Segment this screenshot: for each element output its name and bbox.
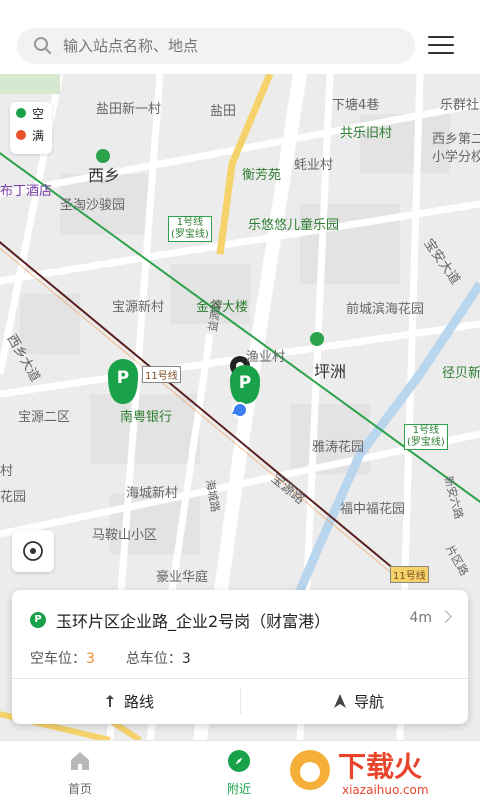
map-label: 西乡第二 (432, 132, 480, 147)
map-label: 布丁酒店 (0, 184, 53, 199)
compass-icon (228, 750, 250, 772)
tab-home[interactable]: 首页 (50, 749, 110, 797)
empty-spots-label: 空车位： (30, 651, 86, 667)
legend-label-full: 满 (32, 128, 45, 143)
map-label: 小学分校 (432, 150, 480, 165)
tab-label: 附近 (226, 782, 251, 796)
map-label: 乐群社 (440, 98, 480, 113)
tab-nearby[interactable]: 附近 (209, 749, 269, 797)
station-distance: 4m (409, 610, 432, 626)
map-label: 下塘4巷 (332, 98, 380, 113)
map-label: 盐田新一村 (96, 102, 162, 117)
navigate-button[interactable]: 导航 (332, 688, 384, 714)
total-spots-label: 总车位： (125, 651, 182, 667)
locate-button[interactable] (12, 530, 54, 572)
station-stats: 空车位：3 总车位：3 (30, 648, 191, 668)
total-spots-value: 3 (181, 651, 191, 667)
metro-line-badge: 11号线 (390, 566, 429, 583)
metro-line-badge: 1号线 (罗宝线) (404, 424, 448, 450)
divider (12, 678, 468, 679)
route-label: 路线 (124, 692, 155, 711)
navigate-label: 导航 (354, 692, 385, 711)
map-label: 南粤银行 (120, 410, 173, 425)
map-label: 海城新村 (126, 486, 179, 501)
availability-legend: 空 满 (10, 102, 52, 154)
search-bar[interactable] (17, 28, 415, 64)
map-label: 坪洲 (314, 362, 347, 381)
map-label: 径贝新 (442, 366, 480, 381)
top-bar (0, 0, 480, 74)
map-label: 宝源新村 (112, 300, 165, 315)
menu-icon (428, 36, 454, 38)
search-input[interactable] (61, 36, 385, 56)
map-label: 乐悠悠儿童乐园 (248, 218, 340, 233)
svg-text:P: P (117, 368, 129, 388)
tab-label: 首页 (67, 782, 92, 796)
map-label: 西乡 (88, 166, 121, 185)
svg-text:P: P (239, 373, 251, 393)
parking-marker-left[interactable]: P (108, 359, 138, 404)
map-label: 盐田 (210, 104, 237, 119)
full-dot-icon (16, 130, 26, 140)
map-label: 圣淘沙骏园 (60, 198, 126, 213)
empty-spots-value: 3 (86, 651, 95, 667)
map-label: 花园 (0, 490, 27, 505)
route-icon (106, 695, 114, 707)
navigation-arrow-icon (334, 694, 346, 708)
search-icon (34, 37, 51, 54)
map-label: 宝源二区 (18, 410, 71, 425)
map-label: 蚝业村 (294, 158, 334, 173)
map-label: 前城滨海花园 (346, 302, 425, 317)
map-label: 豪业华庭 (156, 570, 209, 585)
map-label: 共乐旧村 (340, 126, 393, 141)
divider (240, 688, 241, 714)
map-label: 衡芳苑 (242, 168, 282, 183)
metro-line-badge: 1号线 (罗宝线) (168, 216, 212, 242)
parking-icon: P (30, 612, 46, 628)
map-label: 福中福花园 (340, 502, 406, 517)
svg-text:下载火: 下载火 (338, 750, 422, 783)
station-info-card[interactable]: P 玉环片区企业路_企业2号岗（财富港） 4m 空车位：3 总车位：3 路线 导… (12, 590, 468, 724)
station-name: 玉环片区企业路_企业2号岗（财富港） (56, 612, 331, 631)
route-button[interactable]: 路线 (102, 688, 154, 714)
map-label: 雅涛花园 (312, 440, 365, 455)
map-label: 村 (0, 464, 14, 479)
map-label: 渔业村 (246, 350, 286, 365)
metro-line-badge: 11号线 (142, 366, 181, 383)
watermark-logo: 下载火 xiazaihuo.com (290, 750, 429, 797)
legend-label-empty: 空 (32, 106, 45, 121)
empty-dot-icon (16, 108, 26, 118)
svg-text:xiazaihuo.com: xiazaihuo.com (342, 783, 429, 797)
menu-button[interactable] (428, 36, 454, 56)
map-label: 马鞍山小区 (92, 528, 158, 543)
locate-icon (23, 541, 43, 561)
chevron-right-icon[interactable] (439, 610, 452, 623)
home-icon (71, 752, 89, 770)
